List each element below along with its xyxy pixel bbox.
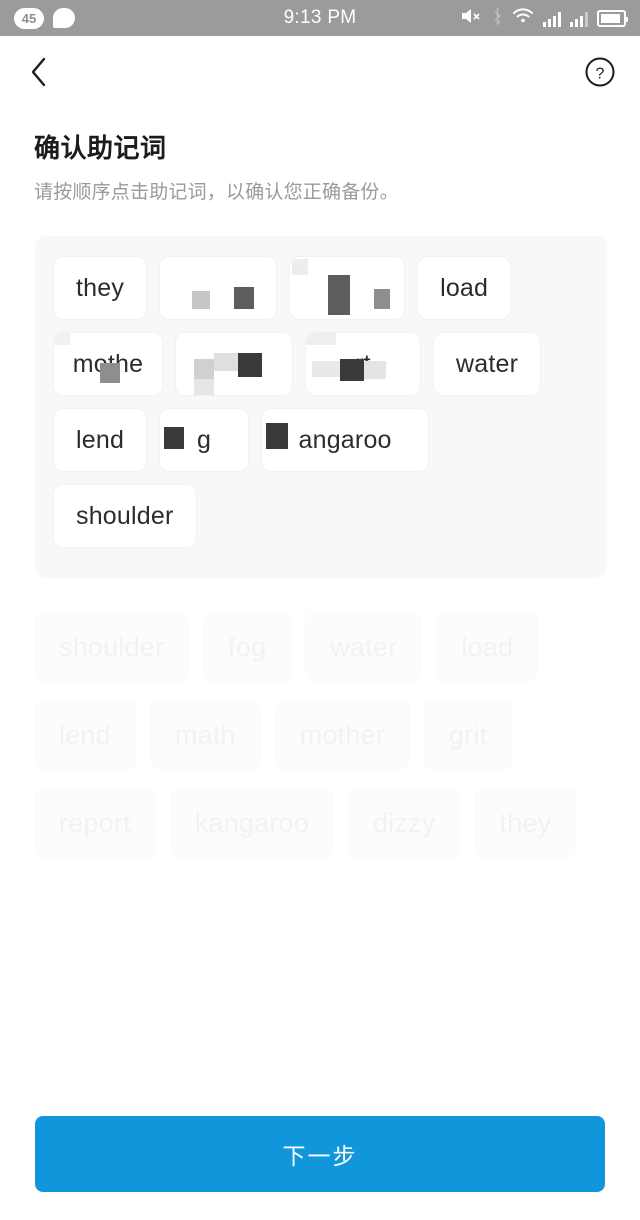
signal-bars-icon <box>543 10 561 27</box>
word-bank-chip[interactable]: lend <box>34 700 136 770</box>
censor-mosaic-overlay <box>160 409 248 471</box>
word-bank-row: lend math mother grit <box>34 700 608 770</box>
word-bank-row: shoulder fog water load <box>34 612 608 682</box>
selected-word-label: water <box>456 349 519 378</box>
censor-mosaic-overlay <box>176 333 292 395</box>
censor-mosaic-overlay <box>290 257 404 319</box>
status-bar-right <box>461 7 628 30</box>
selected-word-label: shoulder <box>76 501 174 530</box>
selected-word-label: lend <box>76 425 125 454</box>
message-bubble-icon <box>53 8 75 28</box>
selected-word-chip[interactable] <box>159 256 278 320</box>
next-step-button[interactable]: 下一步 <box>35 1116 605 1192</box>
selected-word-chip[interactable]: load <box>417 256 512 320</box>
selected-word-chip[interactable] <box>175 332 293 396</box>
selected-word-chip[interactable]: shoulder <box>53 484 197 548</box>
word-bank-chip[interactable]: kangaroo <box>169 788 334 858</box>
word-bank-chip[interactable]: grit <box>423 700 513 770</box>
signal-bars-icon <box>570 10 588 27</box>
volume-muted-icon <box>461 7 483 30</box>
status-bar-left: 45 <box>14 7 75 29</box>
screen-root: 45 9:13 PM ? 确认助记词 请按顺序点击助记词，以确认您正确备份。 t… <box>0 0 640 1220</box>
nav-bar: ? <box>0 36 640 108</box>
censor-mosaic-overlay <box>160 257 276 319</box>
selected-word-chip[interactable]: lend <box>53 408 148 472</box>
word-bank-chip[interactable]: report <box>34 788 156 858</box>
word-bank-chip[interactable]: dizzy <box>347 788 461 858</box>
censor-mosaic-overlay <box>262 409 428 471</box>
selected-word-chip[interactable]: g <box>159 408 250 472</box>
selected-word-chip[interactable]: rt <box>305 332 421 396</box>
selected-word-chip[interactable]: mothe <box>53 332 163 396</box>
word-bank-chip[interactable]: they <box>474 788 577 858</box>
selected-chip-rows: they load mothe rt water lend gangaroo shoulder <box>53 256 589 548</box>
svg-text:?: ? <box>596 66 605 83</box>
bluetooth-icon <box>492 7 503 30</box>
censor-mosaic-overlay <box>54 333 162 395</box>
selected-word-chip[interactable] <box>289 256 406 320</box>
selected-words-panel: they load mothe rt water lend gangaroo shoulder <box>35 236 607 578</box>
selected-word-chip[interactable]: they <box>53 256 148 320</box>
notification-count-badge: 45 <box>14 7 44 29</box>
header-block: 确认助记词 请按顺序点击助记词，以确认您正确备份。 <box>34 128 606 204</box>
word-bank-chip[interactable]: mother <box>274 700 410 770</box>
selected-word-label: they <box>76 273 125 302</box>
back-arrow-icon[interactable] <box>22 55 56 89</box>
battery-icon <box>597 9 628 27</box>
wifi-icon <box>512 7 534 29</box>
word-bank-chip[interactable]: water <box>305 612 423 682</box>
selected-word-chip[interactable]: water <box>433 332 542 396</box>
page-title: 确认助记词 <box>34 133 167 163</box>
word-bank: shoulder fog water load lend math mother grit re… <box>34 612 608 876</box>
selected-word-chip[interactable]: angaroo <box>261 408 430 472</box>
help-icon[interactable]: ? <box>582 54 618 90</box>
selected-chip-row: lend g angaroo <box>53 408 589 472</box>
selected-chip-row: mothe rt water <box>53 332 589 396</box>
word-bank-chip[interactable]: load <box>436 612 539 682</box>
selected-word-label: load <box>440 273 489 302</box>
selected-chip-row: they load <box>53 256 589 320</box>
status-bar: 45 9:13 PM <box>0 0 640 36</box>
word-bank-row: report kangaroo dizzy they <box>34 788 608 858</box>
word-bank-chip[interactable]: fog <box>203 612 292 682</box>
word-bank-chip[interactable]: math <box>149 700 261 770</box>
selected-chip-row: shoulder <box>53 484 589 548</box>
censor-mosaic-overlay <box>306 333 420 395</box>
word-bank-chip[interactable]: shoulder <box>34 612 190 682</box>
page-subtitle: 请按顺序点击助记词，以确认您正确备份。 <box>34 182 399 203</box>
